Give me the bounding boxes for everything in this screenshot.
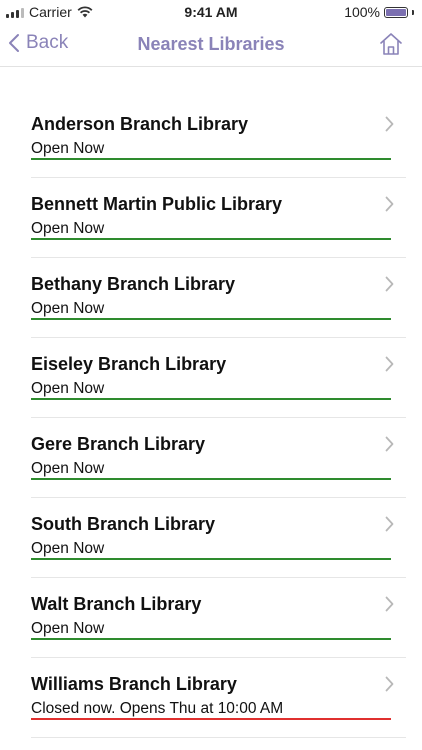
list-item-content: Walt Branch Library Open Now — [31, 578, 406, 658]
library-name: South Branch Library — [31, 514, 216, 534]
library-status: Open Now — [31, 380, 105, 397]
library-name: Bethany Branch Library — [31, 274, 236, 294]
chevron-right-icon — [385, 356, 394, 372]
list-item[interactable]: Anderson Branch Library Open Now — [0, 98, 422, 178]
status-underline — [31, 638, 391, 640]
chevron-right-icon — [385, 116, 394, 132]
status-right: 100% — [344, 4, 414, 20]
list-item[interactable]: Bethany Branch Library Open Now — [0, 258, 422, 338]
chevron-right-icon — [385, 676, 394, 692]
chevron-right-icon — [385, 276, 394, 292]
list-item[interactable]: Bennett Martin Public Library Open Now — [0, 178, 422, 258]
library-status: Open Now — [31, 140, 105, 157]
status-underline — [31, 238, 391, 240]
battery-fill — [386, 8, 406, 16]
battery-icon — [384, 6, 408, 18]
chevron-right-icon — [385, 436, 394, 452]
home-icon[interactable] — [378, 32, 404, 56]
list-item-content: Bennett Martin Public Library Open Now — [31, 178, 406, 258]
list-item-content: Anderson Branch Library Open Now — [31, 98, 406, 178]
library-status: Open Now — [31, 460, 105, 477]
library-name: Bennett Martin Public Library — [31, 194, 283, 214]
page-title: Nearest Libraries — [137, 34, 285, 54]
library-name: Anderson Branch Library — [31, 114, 249, 134]
battery-percent: 100% — [344, 4, 380, 20]
status-underline — [31, 478, 391, 480]
library-status: Open Now — [31, 220, 105, 237]
library-name: Williams Branch Library — [31, 674, 237, 694]
list-item[interactable]: Gere Branch Library Open Now — [0, 418, 422, 498]
list-item[interactable]: Williams Branch Library Closed now. Open… — [0, 658, 422, 738]
status-underline — [31, 718, 391, 720]
list-item-content: Gere Branch Library Open Now — [31, 418, 406, 498]
library-name: Eiseley Branch Library — [31, 354, 227, 374]
library-name: Gere Branch Library — [31, 434, 206, 454]
status-underline — [31, 318, 391, 320]
list-item-content: Bethany Branch Library Open Now — [31, 258, 406, 338]
list-item-content: Williams Branch Library Closed now. Open… — [31, 658, 406, 738]
library-status: Closed now. Opens Thu at 10:00 AM — [31, 700, 284, 717]
library-list: Anderson Branch Library Open Now Bennett… — [0, 98, 422, 738]
status-bar: Carrier 9:41 AM 100% — [0, 0, 422, 24]
library-name: Walt Branch Library — [31, 594, 202, 614]
nav-bar: Back Nearest Libraries — [0, 24, 422, 67]
chevron-right-icon — [385, 516, 394, 532]
chevron-right-icon — [385, 596, 394, 612]
status-underline — [31, 158, 391, 160]
list-item-content: South Branch Library Open Now — [31, 498, 406, 578]
library-status: Open Now — [31, 300, 105, 317]
chevron-right-icon — [385, 196, 394, 212]
status-underline — [31, 558, 391, 560]
list-item-content: Eiseley Branch Library Open Now — [31, 338, 406, 418]
list-item[interactable]: Eiseley Branch Library Open Now — [0, 338, 422, 418]
list-item[interactable]: South Branch Library Open Now — [0, 498, 422, 578]
status-underline — [31, 398, 391, 400]
library-status: Open Now — [31, 540, 105, 557]
battery-cap — [412, 9, 414, 15]
library-status: Open Now — [31, 620, 105, 637]
list-item[interactable]: Walt Branch Library Open Now — [0, 578, 422, 658]
